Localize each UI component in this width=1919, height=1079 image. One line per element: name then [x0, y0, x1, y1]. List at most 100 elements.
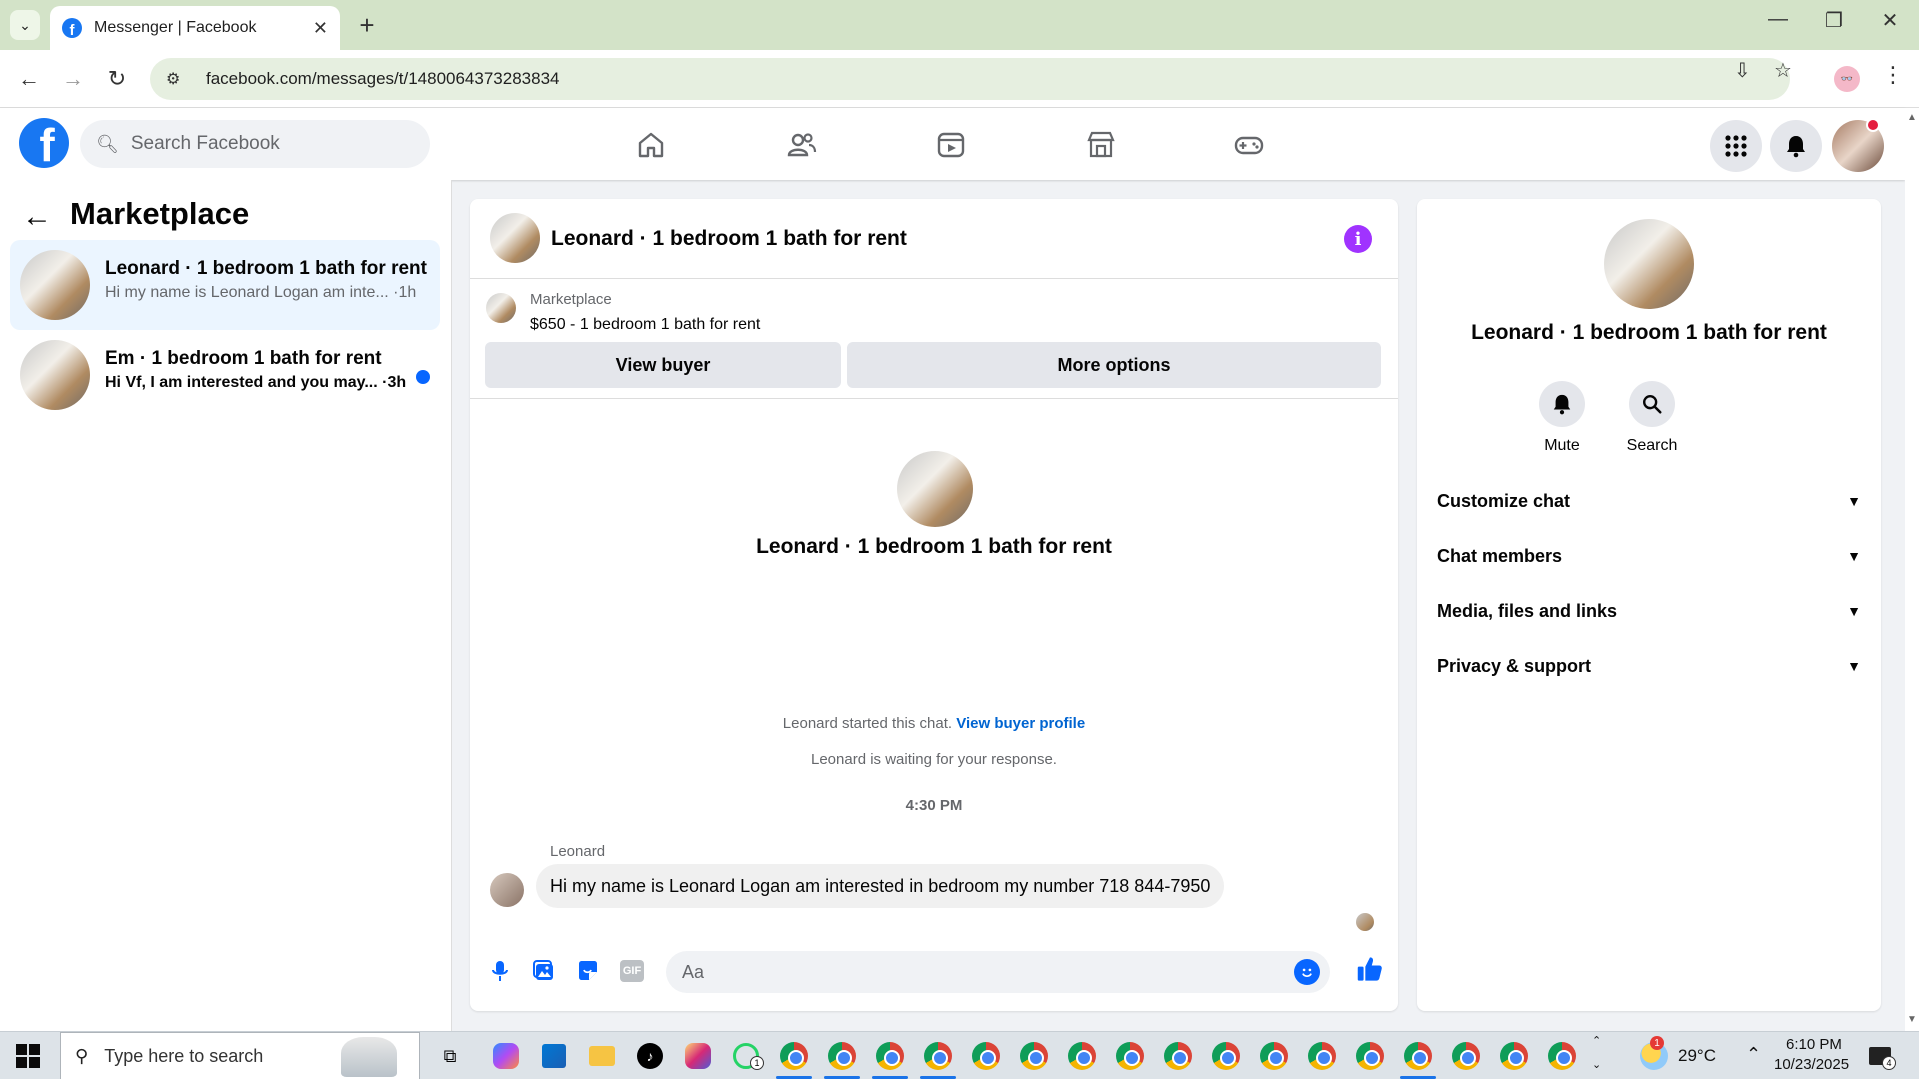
close-tab-icon[interactable]: ✕: [313, 18, 328, 39]
show-hidden-icons-chevron-icon[interactable]: ⌃: [1746, 1044, 1761, 1065]
site-info-icon[interactable]: ⚙: [166, 69, 188, 89]
facebook-logo[interactable]: f: [19, 118, 69, 168]
listing-price: $650 - 1 bedroom 1 bath for rent: [530, 316, 761, 333]
temperature[interactable]: 29°C: [1678, 1046, 1716, 1066]
windows-taskbar: ⚲ Type here to search ⧉ ♪ 1 ⌃ ⌄ 1 29°C ⌃…: [0, 1031, 1919, 1079]
scroll-down-icon[interactable]: ▼: [1907, 1014, 1917, 1025]
chevron-down-icon: ▼: [1847, 548, 1861, 564]
conversation-list-panel: ← Marketplace Leonard · 1 bedroom 1 bath…: [0, 180, 452, 1031]
gaming-nav-icon[interactable]: [1226, 122, 1272, 168]
chat-title[interactable]: Leonard · 1 bedroom 1 bath for rent: [551, 227, 907, 251]
forward-button[interactable]: →: [58, 64, 88, 94]
windows-start-icon[interactable]: [16, 1044, 40, 1068]
search-in-chat-button[interactable]: Search: [1607, 381, 1697, 455]
address-bar[interactable]: ⚙ facebook.com/messages/t/14800643732838…: [150, 58, 1790, 100]
tab-search-button[interactable]: ⌄: [10, 10, 40, 40]
chrome-window-icon[interactable]: [1450, 1040, 1482, 1072]
info-icon[interactable]: i: [1344, 225, 1372, 253]
marketplace-nav-icon[interactable]: [1078, 122, 1124, 168]
details-thumbnail[interactable]: [1604, 219, 1694, 309]
message-bubble[interactable]: Hi my name is Leonard Logan am intereste…: [536, 864, 1225, 908]
chrome-window-icon[interactable]: [1306, 1040, 1338, 1072]
view-buyer-button[interactable]: View buyer: [485, 342, 841, 388]
chrome-window-icon[interactable]: [1162, 1040, 1194, 1072]
instagram-icon[interactable]: [682, 1040, 714, 1072]
restore-window-button[interactable]: ❐: [1814, 8, 1854, 33]
search-highlight-image: [341, 1037, 397, 1077]
taskbar-search-placeholder: Type here to search: [104, 1045, 264, 1066]
chrome-window-icon[interactable]: [826, 1040, 858, 1072]
chrome-window-icon[interactable]: [778, 1040, 810, 1072]
chrome-window-icon[interactable]: [1066, 1040, 1098, 1072]
section-label: Customize chat: [1437, 490, 1571, 511]
chat-members-section[interactable]: Chat members ▼: [1437, 534, 1861, 578]
facebook-search-input[interactable]: 🔍︎ Search Facebook: [80, 120, 430, 168]
emoji-icon[interactable]: [1294, 959, 1320, 985]
chrome-window-icon[interactable]: [1018, 1040, 1050, 1072]
minimize-window-button[interactable]: —: [1758, 8, 1798, 31]
conversation-preview: Hi Vf, I am interested and you may... ·3…: [105, 374, 407, 391]
chrome-window-icon[interactable]: [1402, 1040, 1434, 1072]
new-tab-button[interactable]: +: [352, 10, 382, 40]
back-arrow-icon[interactable]: ←: [22, 200, 52, 234]
install-app-icon[interactable]: ⇩: [1734, 58, 1751, 83]
scroll-up-icon[interactable]: ▲: [1907, 112, 1917, 123]
taskbar-scroll-up-icon[interactable]: ⌃: [1592, 1034, 1601, 1047]
like-thumbs-up-icon[interactable]: [1354, 953, 1386, 985]
view-buyer-profile-link[interactable]: View buyer profile: [956, 715, 1085, 732]
task-view-icon[interactable]: ⧉: [434, 1040, 466, 1072]
customize-chat-section[interactable]: Customize chat ▼: [1437, 479, 1861, 523]
chevron-down-icon: ▼: [1847, 493, 1861, 509]
taskbar-scroll-down-icon[interactable]: ⌄: [1592, 1058, 1601, 1071]
chrome-window-icon[interactable]: [1498, 1040, 1530, 1072]
menu-grid-icon[interactable]: [1710, 120, 1762, 172]
home-nav-icon[interactable]: [628, 122, 674, 168]
gif-icon[interactable]: GIF: [616, 955, 648, 987]
video-nav-icon[interactable]: [928, 122, 974, 168]
bookmark-star-icon[interactable]: ☆: [1774, 58, 1792, 83]
back-button[interactable]: ←: [14, 64, 44, 94]
clock-time[interactable]: 6:10 PM: [1786, 1036, 1842, 1053]
notifications-bell-icon[interactable]: [1770, 120, 1822, 172]
chrome-window-icon[interactable]: [922, 1040, 954, 1072]
chrome-window-icon[interactable]: [1114, 1040, 1146, 1072]
chevron-down-icon: ▼: [1847, 658, 1861, 674]
sender-avatar[interactable]: [490, 873, 524, 907]
tiktok-icon[interactable]: ♪: [634, 1040, 666, 1072]
clock-date[interactable]: 10/23/2025: [1774, 1056, 1849, 1073]
page-scrollbar[interactable]: ▲ ▼: [1905, 108, 1919, 1031]
microsoft-store-icon[interactable]: [538, 1040, 570, 1072]
chrome-window-icon[interactable]: [970, 1040, 1002, 1072]
details-title: Leonard · 1 bedroom 1 bath for rent: [1471, 321, 1827, 344]
message-input[interactable]: Aa: [666, 951, 1330, 993]
chat-header-thumbnail[interactable]: [490, 213, 540, 263]
chrome-window-icon[interactable]: [1258, 1040, 1290, 1072]
browser-tab-active[interactable]: f Messenger | Facebook ✕: [50, 6, 340, 50]
marketplace-listing-bar: Marketplace $650 - 1 bedroom 1 bath for …: [470, 279, 1398, 399]
photo-icon[interactable]: [528, 955, 560, 987]
conversation-preview: Hi my name is Leonard Logan am inte... ·…: [105, 284, 417, 301]
reload-button[interactable]: ↻: [102, 64, 132, 94]
chat-header: Leonard · 1 bedroom 1 bath for rent i: [470, 199, 1398, 279]
copilot-icon[interactable]: [490, 1040, 522, 1072]
close-window-button[interactable]: ✕: [1870, 8, 1910, 33]
mute-button[interactable]: Mute: [1517, 381, 1607, 455]
chrome-window-icon[interactable]: [1210, 1040, 1242, 1072]
friends-nav-icon[interactable]: [778, 122, 824, 168]
browser-profile-avatar[interactable]: 👓: [1834, 66, 1860, 92]
sticker-icon[interactable]: [572, 955, 604, 987]
file-explorer-icon[interactable]: [586, 1040, 618, 1072]
chrome-window-icon[interactable]: [1354, 1040, 1386, 1072]
privacy-support-section[interactable]: Privacy & support ▼: [1437, 644, 1861, 688]
chrome-window-icon[interactable]: [874, 1040, 906, 1072]
notification-center-icon[interactable]: 4: [1864, 1040, 1896, 1072]
more-options-button[interactable]: More options: [847, 342, 1381, 388]
chrome-window-icon[interactable]: [1546, 1040, 1578, 1072]
conversation-item[interactable]: Em · 1 bedroom 1 bath for rent Hi Vf, I …: [10, 330, 440, 420]
taskbar-search-box[interactable]: ⚲ Type here to search: [60, 1032, 420, 1079]
media-files-links-section[interactable]: Media, files and links ▼: [1437, 589, 1861, 633]
conversation-item[interactable]: Leonard · 1 bedroom 1 bath for rent Hi m…: [10, 240, 440, 330]
whatsapp-icon[interactable]: 1: [730, 1040, 764, 1072]
microphone-icon[interactable]: [484, 955, 516, 987]
browser-menu-icon[interactable]: ⋮: [1882, 62, 1904, 88]
